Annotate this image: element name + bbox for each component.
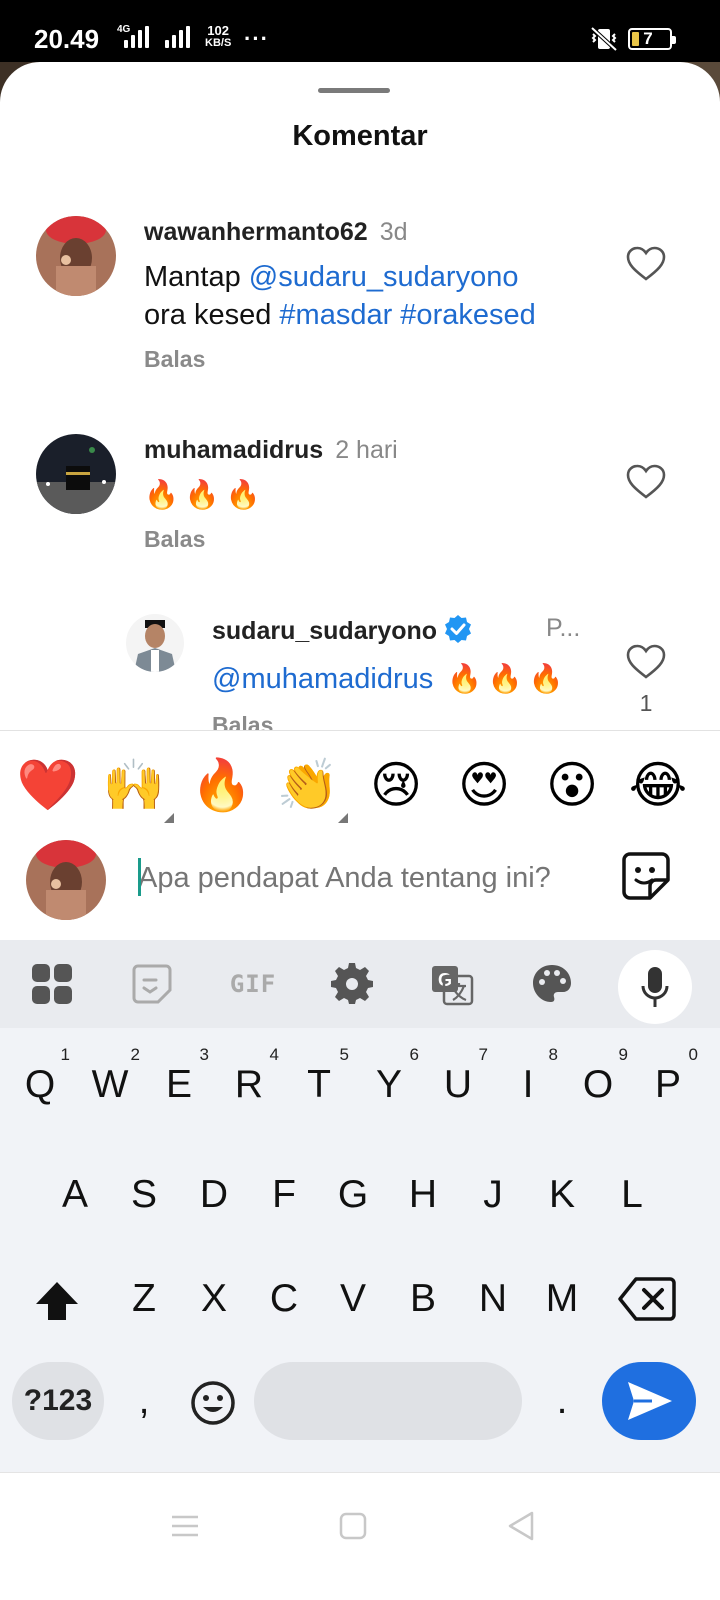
like-heart-icon[interactable] <box>626 644 666 680</box>
more-notifications-icon: ··· <box>244 26 269 51</box>
comment-username[interactable]: wawanhermanto62 <box>144 218 368 246</box>
comment-time: P... <box>546 614 581 642</box>
key-j[interactable]: J <box>461 1160 525 1230</box>
key-k[interactable]: K <box>530 1160 594 1230</box>
clipboard-sticker-icon[interactable] <box>130 962 174 1006</box>
home-icon[interactable] <box>336 1509 370 1543</box>
key-m[interactable]: M <box>530 1264 594 1334</box>
reaction-heart[interactable]: ❤️ <box>16 753 80 817</box>
reaction-heart-eyes[interactable]: 😍 <box>452 753 516 817</box>
send-icon <box>628 1382 672 1420</box>
like-count: 1 <box>639 690 653 716</box>
theme-palette-icon[interactable] <box>530 962 574 1006</box>
apps-icon[interactable] <box>30 962 74 1006</box>
sticker-icon[interactable] <box>620 850 672 902</box>
reaction-crying[interactable]: 😢 <box>364 753 428 817</box>
key-q[interactable]: Q1 <box>8 1046 72 1120</box>
mention-link[interactable]: @muhamadidrus <box>212 663 433 695</box>
reply-button[interactable]: Balas <box>144 526 205 553</box>
status-time: 20.49 <box>34 24 100 54</box>
reaction-laughing[interactable]: 😂 <box>626 753 690 817</box>
status-bar: 20.49 4G 102 KB/S ··· 7 <box>0 0 720 62</box>
key-g[interactable]: G <box>321 1160 385 1230</box>
shift-icon[interactable] <box>34 1280 80 1322</box>
key-d[interactable]: D <box>182 1160 246 1230</box>
key-c[interactable]: C <box>252 1264 316 1334</box>
key-s[interactable]: S <box>112 1160 176 1230</box>
key-n[interactable]: N <box>461 1264 525 1334</box>
key-h[interactable]: H <box>391 1160 455 1230</box>
key-f[interactable]: F <box>252 1160 316 1230</box>
settings-icon[interactable] <box>330 962 374 1006</box>
comment-item: muhamadidrus 2 hari 🔥🔥🔥 Balas <box>0 420 720 600</box>
key-u[interactable]: U7 <box>426 1046 490 1120</box>
mention-link[interactable]: @sudaru_sudaryono <box>249 261 519 293</box>
battery-level: 7 <box>643 29 653 48</box>
comment-text: @muhamadidrus 🔥🔥🔥 <box>212 663 570 695</box>
reaction-clapping[interactable]: 👏 <box>276 753 348 823</box>
reaction-surprised[interactable]: 😮 <box>540 753 604 817</box>
system-navigation-bar <box>0 1472 720 1600</box>
key-x[interactable]: X <box>182 1264 246 1334</box>
comment-username[interactable]: muhamadidrus <box>144 436 323 464</box>
key-period[interactable]: . <box>530 1366 594 1436</box>
symbols-key[interactable]: ?123 <box>12 1362 104 1440</box>
text-caret <box>138 858 141 896</box>
key-p[interactable]: P0 <box>636 1046 700 1120</box>
comment-time: 2 hari <box>335 436 398 464</box>
network-speed: 102 KB/S <box>205 23 232 49</box>
key-o[interactable]: O9 <box>566 1046 630 1120</box>
key-w[interactable]: W2 <box>78 1046 142 1120</box>
avatar <box>26 840 106 920</box>
translate-icon[interactable]: G <box>430 962 474 1006</box>
key-l[interactable]: L <box>600 1160 664 1230</box>
key-e[interactable]: E3 <box>147 1046 211 1120</box>
quick-reactions-bar: ❤️ 🙌 🔥 👏 😢 😍 😮 😂 <box>0 730 720 836</box>
comment-time: 3d <box>379 218 408 246</box>
back-icon[interactable] <box>504 1509 538 1543</box>
key-comma[interactable]: , <box>112 1366 176 1436</box>
space-key[interactable] <box>254 1362 522 1440</box>
comment-item: wawanhermanto62 3d Mantap @sudaru_sudaryo… <box>0 202 720 402</box>
comment-username[interactable]: sudaru_sudaryono <box>212 617 437 645</box>
reply-button[interactable]: Balas <box>144 346 205 373</box>
comments-list[interactable]: wawanhermanto62 3d Mantap @sudaru_sudaryo… <box>0 202 720 792</box>
key-i[interactable]: I8 <box>496 1046 560 1120</box>
recent-apps-icon[interactable] <box>168 1509 202 1543</box>
key-t[interactable]: T5 <box>287 1046 351 1120</box>
key-r[interactable]: R4 <box>217 1046 281 1120</box>
comment-text: Mantap @sudaru_sudaryono ora kesed #masd… <box>144 261 536 331</box>
send-button[interactable] <box>602 1362 696 1440</box>
comment-text: 🔥🔥🔥 <box>144 479 267 510</box>
comment-input[interactable] <box>138 856 598 900</box>
key-a[interactable]: A <box>43 1160 107 1230</box>
reaction-fire[interactable]: 🔥 <box>190 753 254 817</box>
emoji-icon[interactable] <box>190 1380 236 1426</box>
key-y[interactable]: Y6 <box>357 1046 421 1120</box>
mic-icon <box>641 967 669 1007</box>
key-z[interactable]: Z <box>112 1264 176 1334</box>
like-heart-icon[interactable] <box>626 464 666 500</box>
soft-keyboard: GIF G Q1 W2 E3 R4 T5 Y6 U7 I8 O9 P 0 A S… <box>0 940 720 1472</box>
avatar[interactable] <box>36 434 116 514</box>
sheet-drag-handle[interactable] <box>318 88 390 93</box>
verified-badge-icon <box>445 615 472 643</box>
avatar[interactable] <box>126 614 184 672</box>
backspace-icon[interactable] <box>618 1276 676 1322</box>
key-b[interactable]: B <box>391 1264 455 1334</box>
avatar[interactable] <box>36 216 116 296</box>
gif-icon[interactable]: GIF <box>228 962 278 1006</box>
reaction-raising-hands[interactable]: 🙌 <box>102 753 174 823</box>
sheet-title: Komentar <box>292 120 428 152</box>
voice-input-button[interactable] <box>618 950 692 1024</box>
hashtag-link[interactable]: #masdar #orakesed <box>279 299 535 331</box>
keyboard-toolbar: GIF G <box>0 940 720 1028</box>
battery-icon: 7 <box>628 28 676 50</box>
comment-composer <box>0 836 720 942</box>
like-heart-icon[interactable] <box>626 246 666 282</box>
key-v[interactable]: V <box>321 1264 385 1334</box>
signal-icon <box>116 26 190 48</box>
vibrate-off-icon <box>590 26 618 52</box>
